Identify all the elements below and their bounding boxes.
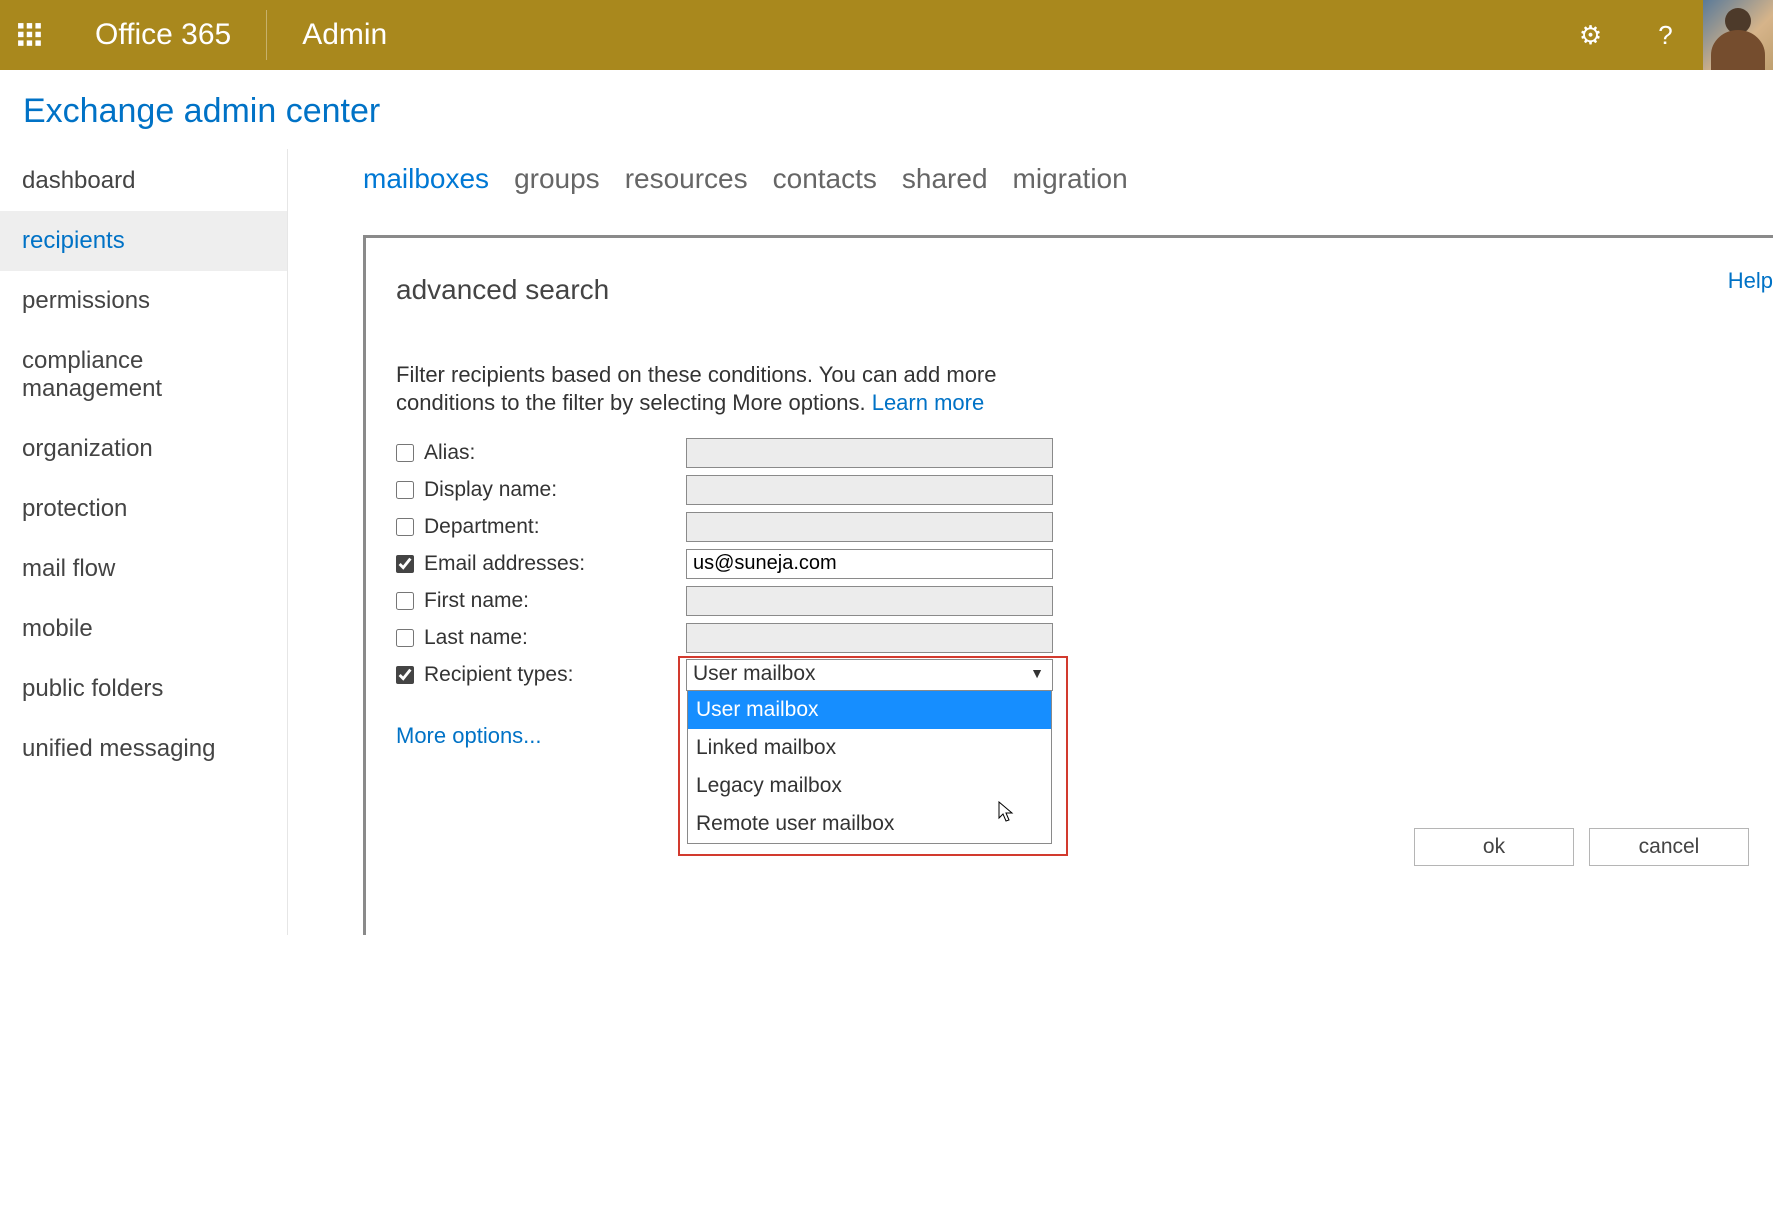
recipient-types-select-wrap: User mailbox▼User mailboxLinked mailboxL… <box>686 659 1053 691</box>
tab-groups[interactable]: groups <box>514 163 600 195</box>
tab-shared[interactable]: shared <box>902 163 988 195</box>
option-remote-user-mailbox[interactable]: Remote user mailbox <box>688 805 1051 843</box>
user-avatar[interactable] <box>1703 0 1773 70</box>
filter-row-last: Last name: <box>396 619 1773 656</box>
filter-row-first: First name: <box>396 582 1773 619</box>
help-button[interactable]: ? <box>1628 0 1703 70</box>
nav-item-mobile[interactable]: mobile <box>0 599 287 659</box>
input-alias <box>686 438 1053 468</box>
brand-label[interactable]: Office 365 <box>60 10 267 60</box>
dialog-buttons: ok cancel <box>1414 828 1749 866</box>
checkbox-email[interactable] <box>396 555 414 573</box>
label-alias: Alias: <box>424 441 686 465</box>
filter-row-alias: Alias: <box>396 434 1773 471</box>
help-icon: ? <box>1658 20 1672 51</box>
app-launcher-button[interactable] <box>0 0 60 70</box>
label-email: Email addresses: <box>424 552 686 576</box>
label-rtype: Recipient types: <box>424 663 686 687</box>
label-first: First name: <box>424 589 686 613</box>
label-department: Department: <box>424 515 686 539</box>
input-department <box>686 512 1053 542</box>
nav-item-protection[interactable]: protection <box>0 479 287 539</box>
input-last <box>686 623 1053 653</box>
recipient-types-select[interactable]: User mailbox▼ <box>686 659 1053 691</box>
checkbox-alias[interactable] <box>396 444 414 462</box>
cursor-icon <box>998 801 1014 823</box>
checkbox-rtype[interactable] <box>396 666 414 684</box>
option-legacy-mailbox[interactable]: Legacy mailbox <box>688 767 1051 805</box>
filter-row-email: Email addresses: <box>396 545 1773 582</box>
filter-form: Alias: Display name: Department: Email addr… <box>396 434 1773 693</box>
checkbox-display[interactable] <box>396 481 414 499</box>
learn-more-link[interactable]: Learn more <box>872 390 985 415</box>
checkbox-last[interactable] <box>396 629 414 647</box>
more-options-link[interactable]: More options... <box>396 723 542 749</box>
top-bar: Office 365 Admin ⚙ ? <box>0 0 1773 70</box>
filter-row-rtype: Recipient types:User mailbox▼User mailbo… <box>396 656 1773 693</box>
help-link[interactable]: Help <box>1728 268 1773 294</box>
cancel-button[interactable]: cancel <box>1589 828 1749 866</box>
ok-button[interactable]: ok <box>1414 828 1574 866</box>
page-title: Exchange admin center <box>0 70 1773 149</box>
nav-item-unified-messaging[interactable]: unified messaging <box>0 719 287 779</box>
option-linked-mailbox[interactable]: Linked mailbox <box>688 729 1051 767</box>
tab-contacts[interactable]: contacts <box>773 163 877 195</box>
nav-item-organization[interactable]: organization <box>0 419 287 479</box>
nav-item-recipients[interactable]: recipients <box>0 211 287 271</box>
filter-row-department: Department: <box>396 508 1773 545</box>
chevron-down-icon: ▼ <box>1030 665 1044 681</box>
tab-mailboxes[interactable]: mailboxes <box>363 163 489 195</box>
input-display <box>686 475 1053 505</box>
checkbox-first[interactable] <box>396 592 414 610</box>
nav-item-public-folders[interactable]: public folders <box>0 659 287 719</box>
input-email[interactable] <box>686 549 1053 579</box>
app-name-label[interactable]: Admin <box>267 0 422 70</box>
nav-item-compliance-management[interactable]: compliance management <box>0 331 287 419</box>
nav-item-dashboard[interactable]: dashboard <box>0 151 287 211</box>
panel-description: Filter recipients based on these conditi… <box>396 361 1026 416</box>
gear-icon: ⚙ <box>1579 20 1602 51</box>
tab-migration[interactable]: migration <box>1013 163 1128 195</box>
nav-item-mail-flow[interactable]: mail flow <box>0 539 287 599</box>
option-user-mailbox[interactable]: User mailbox <box>688 691 1051 729</box>
label-display: Display name: <box>424 478 686 502</box>
waffle-icon <box>17 22 43 48</box>
tab-resources[interactable]: resources <box>625 163 748 195</box>
left-nav: dashboardrecipientspermissionscompliance… <box>0 149 288 935</box>
settings-button[interactable]: ⚙ <box>1553 0 1628 70</box>
panel-title: advanced search <box>396 274 1773 306</box>
filter-row-display: Display name: <box>396 471 1773 508</box>
nav-item-permissions[interactable]: permissions <box>0 271 287 331</box>
label-last: Last name: <box>424 626 686 650</box>
tab-strip: mailboxes groups resources contacts shared mi… <box>363 153 1773 235</box>
input-first <box>686 586 1053 616</box>
advanced-search-panel: advanced search Help Filter recipients b… <box>363 235 1773 935</box>
main-area: mailboxes groups resources contacts shared mi… <box>288 149 1773 935</box>
checkbox-department[interactable] <box>396 518 414 536</box>
